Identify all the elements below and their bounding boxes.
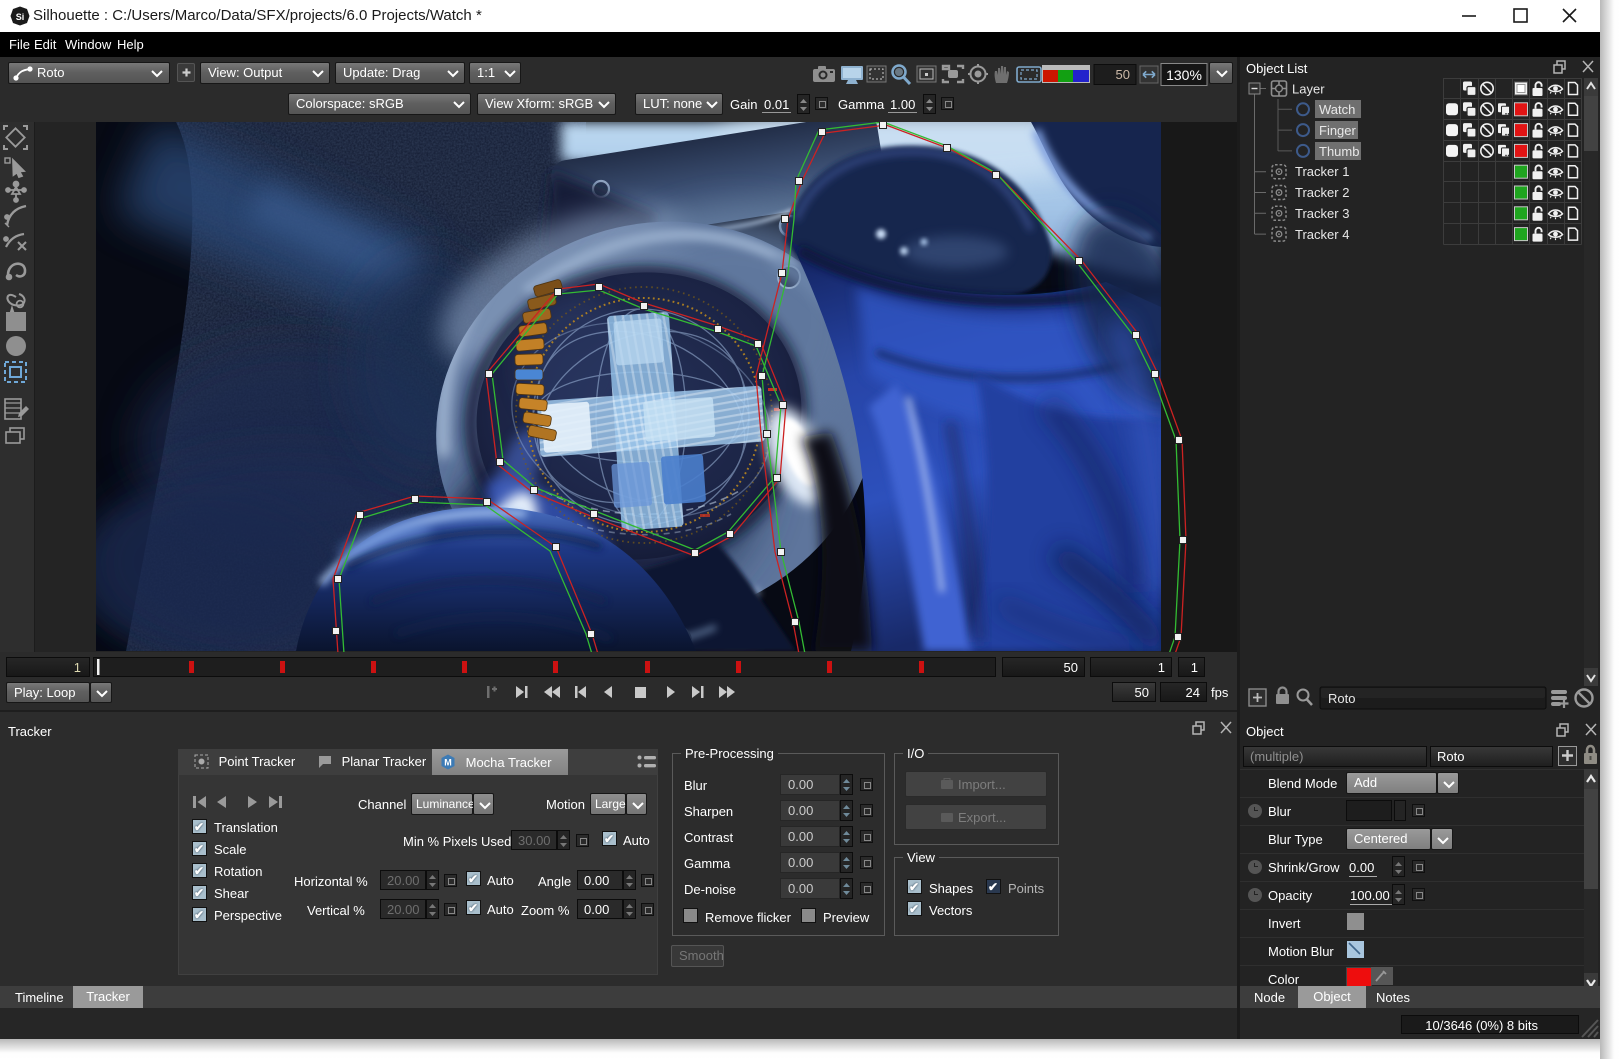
- svg-text:M: M: [444, 758, 452, 768]
- svg-text:Si: Si: [16, 12, 25, 22]
- svg-text:130%: 130%: [1166, 67, 1202, 83]
- svg-text:Tracker 1: Tracker 1: [1295, 164, 1349, 179]
- svg-text:Watch: Watch: [1319, 102, 1355, 117]
- svg-text:Tracker 2: Tracker 2: [1295, 185, 1349, 200]
- svg-text:Thumb: Thumb: [1319, 144, 1359, 159]
- svg-text:Finger: Finger: [1319, 123, 1357, 138]
- svg-text:Layer: Layer: [1292, 82, 1325, 97]
- svg-text:50: 50: [1116, 67, 1130, 82]
- svg-text:Roto: Roto: [1328, 691, 1355, 706]
- svg-text:Tracker 3: Tracker 3: [1295, 206, 1349, 221]
- svg-text:Tracker 4: Tracker 4: [1295, 227, 1349, 242]
